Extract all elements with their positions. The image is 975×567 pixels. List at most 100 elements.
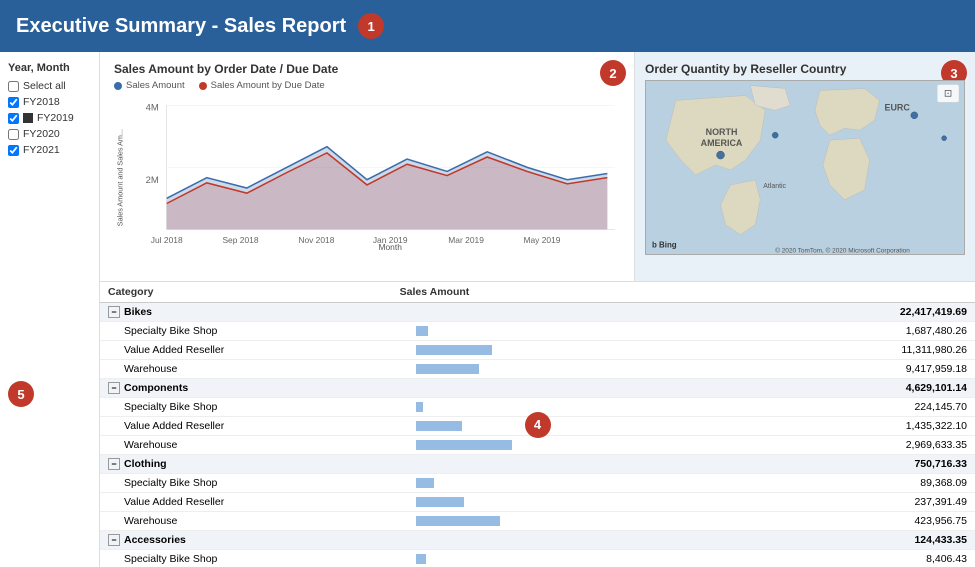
sub-category-name: Specialty Bike Shop	[100, 474, 392, 493]
svg-text:May 2019: May 2019	[523, 235, 560, 245]
sidebar-item-fy2020[interactable]: FY2020	[8, 126, 91, 142]
svg-text:4M: 4M	[146, 102, 159, 113]
category-name: −Accessories	[100, 531, 392, 550]
sub-bar-cell	[392, 417, 725, 436]
sub-amount: 11,311,980.26	[725, 341, 975, 360]
main-layout: Year, Month Select all FY2018 FY2019 FY2…	[0, 52, 975, 567]
bar-fill	[416, 497, 464, 507]
sub-category-name: Specialty Bike Shop	[100, 398, 392, 417]
sub-amount: 1,687,480.26	[725, 322, 975, 341]
sub-category-name: Value Added Reseller	[100, 417, 392, 436]
header: Executive Summary - Sales Report 1	[0, 0, 975, 52]
sub-bar-cell	[392, 398, 725, 417]
table-row: Warehouse 2,969,633.35	[100, 436, 975, 455]
table-row: Specialty Bike Shop 89,368.09	[100, 474, 975, 493]
chart-panel: Sales Amount by Order Date / Due Date 2 …	[100, 52, 635, 281]
bar-container	[416, 476, 717, 490]
sidebar-item-fy2019[interactable]: FY2019	[8, 110, 91, 126]
col-header-bar: Sales Amount	[392, 282, 725, 303]
checkbox-fy2019[interactable]	[8, 113, 19, 124]
checkbox-fy2018[interactable]	[8, 97, 19, 108]
sidebar-item-fy2018[interactable]: FY2018	[8, 94, 91, 110]
bar-container	[416, 419, 717, 433]
svg-text:b Bing: b Bing	[652, 240, 677, 249]
category-bar	[392, 455, 725, 474]
map-background: NORTH AMERICA EURC Atlantic ⊡	[646, 81, 964, 254]
bar-fill	[416, 364, 479, 374]
sidebar: Year, Month Select all FY2018 FY2019 FY2…	[0, 52, 100, 567]
bar-fill	[416, 516, 500, 526]
sidebar-title: Year, Month	[8, 62, 91, 74]
bar-fill	[416, 402, 424, 412]
category-amount: 750,716.33	[725, 455, 975, 474]
sidebar-label-selectall: Select all	[23, 80, 66, 92]
map-title: Order Quantity by Reseller Country	[645, 62, 965, 76]
category-name: −Clothing	[100, 455, 392, 474]
sub-category-name: Warehouse	[100, 360, 392, 379]
table-row-category: −Bikes 22,417,419.69	[100, 303, 975, 322]
sidebar-label-fy2020: FY2020	[23, 128, 60, 140]
sub-amount: 423,956.75	[725, 512, 975, 531]
sub-amount: 237,391.49	[725, 493, 975, 512]
sub-category-name: Value Added Reseller	[100, 341, 392, 360]
page-title: Executive Summary - Sales Report	[16, 15, 346, 38]
sub-amount: 8,406.43	[725, 550, 975, 567]
bar-container	[416, 324, 717, 338]
svg-text:Mar 2019: Mar 2019	[448, 235, 484, 245]
bar-fill	[416, 440, 512, 450]
sub-amount: 1,435,322.10	[725, 417, 975, 436]
svg-text:Sep 2018: Sep 2018	[222, 235, 258, 245]
category-name: −Components	[100, 379, 392, 398]
checkbox-selectall[interactable]	[8, 81, 19, 92]
table-row-category: −Clothing 750,716.33	[100, 455, 975, 474]
checkbox-fy2021[interactable]	[8, 145, 19, 156]
sub-category-name: Value Added Reseller	[100, 493, 392, 512]
sub-amount: 2,969,633.35	[725, 436, 975, 455]
sidebar-item-selectall[interactable]: Select all	[8, 78, 91, 94]
category-bar	[392, 379, 725, 398]
checkbox-fy2020[interactable]	[8, 129, 19, 140]
expand-icon[interactable]: −	[108, 382, 120, 394]
category-bar	[392, 531, 725, 550]
sidebar-item-fy2021[interactable]: FY2021	[8, 142, 91, 158]
chart-svg: 4M 2M	[114, 95, 620, 250]
sub-category-name: Specialty Bike Shop	[100, 550, 392, 567]
sub-amount: 224,145.70	[725, 398, 975, 417]
top-panels: Sales Amount by Order Date / Due Date 2 …	[100, 52, 975, 282]
svg-text:EURC: EURC	[885, 102, 911, 112]
bar-container	[416, 362, 717, 376]
svg-text:Sales Amount and Sales Am...: Sales Amount and Sales Am...	[115, 129, 124, 226]
sub-bar-cell	[392, 474, 725, 493]
sub-category-name: Warehouse	[100, 512, 392, 531]
svg-text:Month: Month	[378, 242, 402, 250]
table-row: Value Added Reseller 237,391.49	[100, 493, 975, 512]
sub-category-name: Specialty Bike Shop	[100, 322, 392, 341]
svg-text:Jul 2018: Jul 2018	[151, 235, 183, 245]
badge-2: 2	[600, 60, 626, 86]
sub-bar-cell	[392, 360, 725, 379]
sub-bar-cell	[392, 436, 725, 455]
svg-text:© 2020 TomTom, © 2020 Microsof: © 2020 TomTom, © 2020 Microsoft Corporat…	[775, 246, 910, 254]
expand-icon[interactable]: −	[108, 534, 120, 546]
map-container: NORTH AMERICA EURC Atlantic ⊡	[645, 80, 965, 255]
sub-bar-cell	[392, 493, 725, 512]
table-row: Value Added Reseller 11,311,980.26	[100, 341, 975, 360]
category-amount: 4,629,101.14	[725, 379, 975, 398]
table-row-category: −Components 4,629,101.14	[100, 379, 975, 398]
expand-icon[interactable]: −	[108, 458, 120, 470]
expand-icon[interactable]: −	[108, 306, 120, 318]
map-svg: NORTH AMERICA EURC Atlantic ⊡	[646, 81, 964, 254]
col-header-amount	[725, 282, 975, 303]
content: Sales Amount by Order Date / Due Date 2 …	[100, 52, 975, 567]
sub-bar-cell	[392, 341, 725, 360]
table-panel: 4 Category Sales Amount −Bikes 22,417,41…	[100, 282, 975, 567]
sidebar-label-fy2018: FY2018	[23, 96, 60, 108]
sub-bar-cell	[392, 550, 725, 567]
bar-container	[416, 400, 717, 414]
map-panel: Order Quantity by Reseller Country 3	[635, 52, 975, 281]
table-row: Specialty Bike Shop 224,145.70	[100, 398, 975, 417]
chart-legend: Sales Amount Sales Amount by Due Date	[114, 80, 620, 91]
category-amount: 124,433.35	[725, 531, 975, 550]
sub-category-name: Warehouse	[100, 436, 392, 455]
bar-container	[416, 343, 717, 357]
